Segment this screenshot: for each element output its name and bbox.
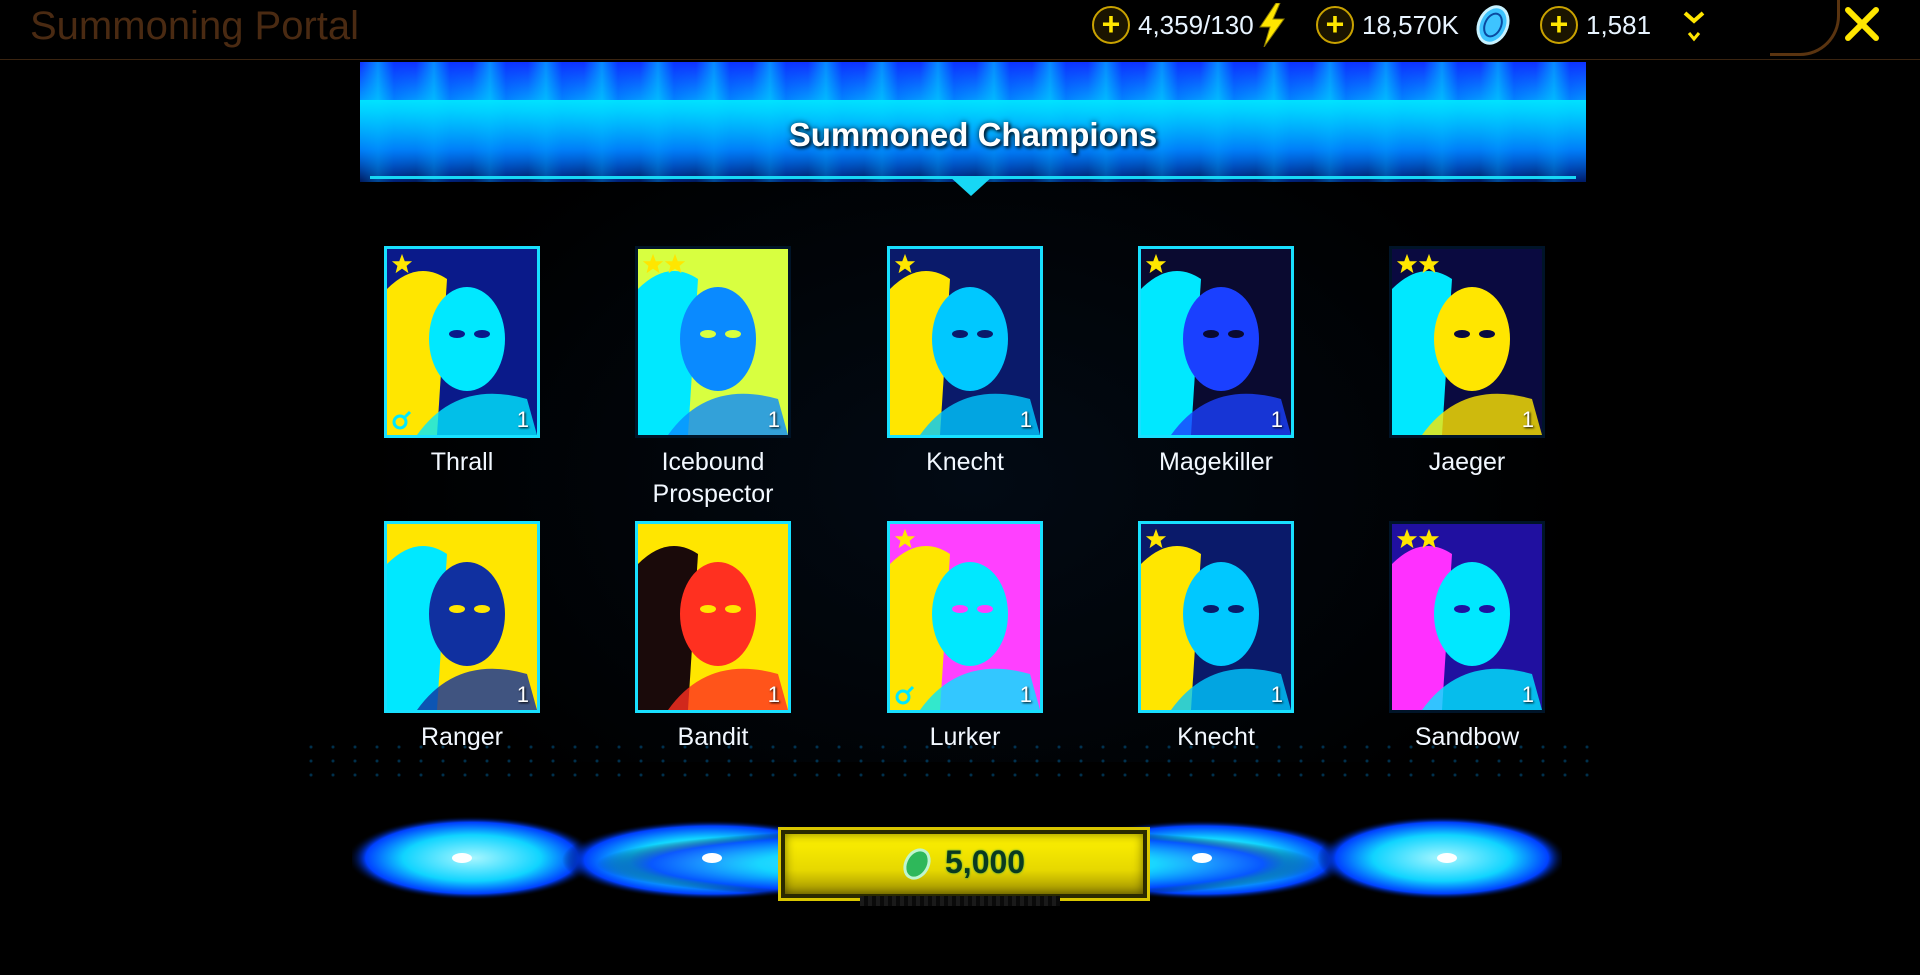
star-icon [894, 528, 916, 549]
champion-card[interactable]: 1 Thrall [384, 246, 540, 478]
energy-bolt-icon [1258, 3, 1285, 47]
star-icon [1418, 528, 1440, 549]
champion-level: 1 [767, 682, 780, 707]
champion-name: Icebound Prospector [652, 448, 774, 508]
champion-name: Knecht [926, 448, 1004, 476]
star-rating [894, 528, 916, 550]
champion-portrait[interactable]: 1 [1389, 246, 1545, 438]
champion-level: 1 [1019, 682, 1032, 707]
champion-card[interactable]: 1 Magekiller [1138, 246, 1294, 478]
champion-card[interactable]: 1 Bandit [635, 521, 791, 753]
champion-portrait[interactable]: 1 [887, 246, 1043, 438]
summon-cost-button[interactable]: 5,000 [781, 830, 1147, 898]
star-icon [391, 528, 413, 549]
chevron-down-icon [1683, 11, 1705, 42]
star-rating [1145, 253, 1167, 275]
star-icon [1418, 253, 1440, 274]
champion-portrait-art [638, 249, 788, 435]
star-icon [1145, 528, 1167, 549]
silver-value: 18,570K [1362, 10, 1459, 40]
champion-portrait-art [1141, 249, 1291, 435]
champion-card[interactable]: 1 Knecht [1138, 521, 1294, 753]
champion-portrait-art [387, 524, 537, 710]
add-gems-button[interactable]: + [1540, 6, 1578, 44]
champion-portrait[interactable]: 1 [1138, 246, 1294, 438]
summon-cost-value: 5,000 [945, 844, 1026, 880]
banner-title: Summoned Champions [788, 116, 1158, 153]
star-icon [642, 253, 664, 274]
champion-level: 1 [1270, 682, 1283, 707]
champion-portrait[interactable]: 1 [1389, 521, 1545, 713]
star-rating [642, 528, 664, 550]
champion-card[interactable]: 1 Jaeger [1389, 246, 1545, 478]
gem-counter: + 1,581 [1540, 6, 1748, 44]
star-icon [894, 253, 916, 274]
champion-level: 1 [516, 682, 529, 707]
champion-name: Magekiller [1159, 448, 1273, 476]
champion-portrait[interactable]: 1 [384, 521, 540, 713]
champion-card[interactable]: 1 Icebound Prospector [635, 246, 791, 510]
star-rating [642, 253, 686, 275]
energy-counter: + 4,359/130 [1092, 3, 1300, 47]
champion-portrait[interactable]: 1 [635, 246, 791, 438]
champion-portrait[interactable]: 1 [1138, 521, 1294, 713]
add-silver-button[interactable]: + [1316, 6, 1354, 44]
star-icon [1396, 253, 1418, 274]
champion-level: 1 [516, 407, 529, 432]
champion-level: 1 [1270, 407, 1283, 432]
top-bar: Summoning Portal + 4,359/130 + 18,570K +… [0, 0, 1920, 60]
champion-portrait-art [1392, 249, 1542, 435]
corner-ornament [1770, 0, 1840, 56]
star-rating [1396, 253, 1440, 275]
silver-coin-icon [1476, 5, 1510, 45]
champion-card[interactable]: 1 Ranger [384, 521, 540, 753]
champion-level: 1 [1521, 407, 1534, 432]
champion-name: Thrall [430, 448, 494, 476]
silver-counter: + 18,570K [1316, 5, 1534, 45]
champion-portrait-art [638, 524, 788, 710]
star-icon [1145, 253, 1167, 274]
champion-level: 1 [1019, 407, 1032, 432]
champion-portrait-art [1392, 524, 1542, 710]
gender-icon [392, 410, 412, 430]
cost-caption [860, 896, 1060, 906]
silver-coin-icon [903, 848, 931, 880]
star-rating [894, 253, 916, 275]
champion-card[interactable]: 1 Lurker [887, 521, 1043, 753]
close-icon[interactable] [1840, 2, 1884, 46]
energy-value: 4,359/130 [1138, 10, 1254, 40]
banner-notch [949, 176, 993, 196]
champion-level: 1 [767, 407, 780, 432]
star-icon [664, 253, 686, 274]
champion-portrait-art [890, 249, 1040, 435]
star-icon [642, 528, 664, 549]
star-rating [391, 253, 413, 275]
star-icon [391, 253, 413, 274]
champion-portrait[interactable]: 1 [635, 521, 791, 713]
star-rating [391, 528, 413, 550]
gender-icon [895, 685, 915, 705]
champion-name: Jaeger [1428, 448, 1506, 476]
gems-value: 1,581 [1586, 10, 1652, 40]
add-energy-button[interactable]: + [1092, 6, 1130, 44]
page-title: Summoning Portal [30, 4, 360, 48]
champion-level: 1 [1521, 682, 1534, 707]
particle-field [300, 740, 1600, 780]
champion-portrait-art [387, 249, 537, 435]
star-icon [1396, 528, 1418, 549]
star-rating [1396, 528, 1440, 550]
champion-card[interactable]: 1 Sandbow [1389, 521, 1545, 753]
champion-card[interactable]: 1 Knecht [887, 246, 1043, 478]
champion-portrait[interactable]: 1 [887, 521, 1043, 713]
champion-portrait-art [1141, 524, 1291, 710]
star-rating [1145, 528, 1167, 550]
champion-portrait-art [890, 524, 1040, 710]
champion-portrait[interactable]: 1 [384, 246, 540, 438]
